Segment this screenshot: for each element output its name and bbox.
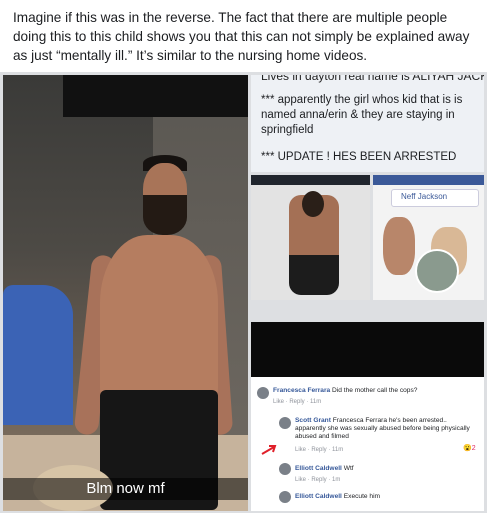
avatar <box>279 463 291 475</box>
text-screenshot[interactable]: Lives in dayton real name is ALIYAH JACK… <box>251 75 484 172</box>
avatar <box>279 417 291 429</box>
avatar <box>257 387 269 399</box>
comment-meta[interactable]: Like · Reply · 11m <box>273 399 321 405</box>
commenter-name[interactable]: Elliott Caldwell <box>295 493 342 500</box>
comment-meta[interactable]: Like · Reply · 1m <box>295 477 340 483</box>
comment-3: Elliott Caldwell Wtf <box>295 465 475 473</box>
avatar <box>279 491 291 503</box>
note-line-2: *** UPDATE ! HES BEEN ARRESTED <box>261 151 457 163</box>
note-line-1: *** apparently the girl whos kid that is… <box>261 94 463 136</box>
couch <box>3 285 73 425</box>
tv <box>63 75 248 117</box>
comments-screenshot[interactable]: Francesca Ferrara Did the mother call th… <box>251 377 484 511</box>
comment-1: Francesca Ferrara Did the mother call th… <box>273 387 473 395</box>
reaction-number: 2 <box>471 445 476 452</box>
reaction-icon: 😮 <box>463 445 472 452</box>
comment-4: Elliott Caldwell Execute him <box>295 493 475 501</box>
comment-2: Scott Grant Francesca Ferrara he's been … <box>295 417 475 441</box>
comment-text: Did the mother call the cops? <box>332 387 418 394</box>
main-photo[interactable]: Blm now mf <box>3 75 248 511</box>
post-text: Imagine if this was in the reverse. The … <box>13 10 470 63</box>
arrow-icon <box>261 445 277 455</box>
man-beard <box>143 195 187 235</box>
status-bar <box>373 175 484 185</box>
status-bar <box>251 175 370 185</box>
comment-meta[interactable]: Like · Reply · 11m <box>295 447 343 453</box>
commenter-name[interactable]: Elliott Caldwell <box>295 465 342 472</box>
reaction-count: 😮2 <box>463 444 476 452</box>
search-value: Neff Jackson <box>401 192 448 201</box>
photo-caption: Blm now mf <box>86 480 165 497</box>
commenter-name[interactable]: Scott Grant <box>295 417 331 424</box>
comment-text: Execute him <box>343 493 381 500</box>
phone-screenshot-a[interactable] <box>251 175 370 300</box>
child-photo-1 <box>383 217 415 275</box>
man-torso <box>100 235 218 405</box>
cut-off-line: Lives in dayton real name is ALIYAH JACK… <box>261 75 484 83</box>
man-head-small <box>302 191 324 217</box>
phone-screenshot-b[interactable]: Neff Jackson <box>373 175 484 300</box>
image-collage[interactable]: Blm now mf Lives in dayton real name is … <box>0 72 487 513</box>
profile-circle <box>415 249 459 293</box>
commenter-name[interactable]: Francesca Ferrara <box>273 387 330 394</box>
black-video-frame[interactable] <box>251 322 484 377</box>
comment-text: Wtf <box>343 465 354 472</box>
